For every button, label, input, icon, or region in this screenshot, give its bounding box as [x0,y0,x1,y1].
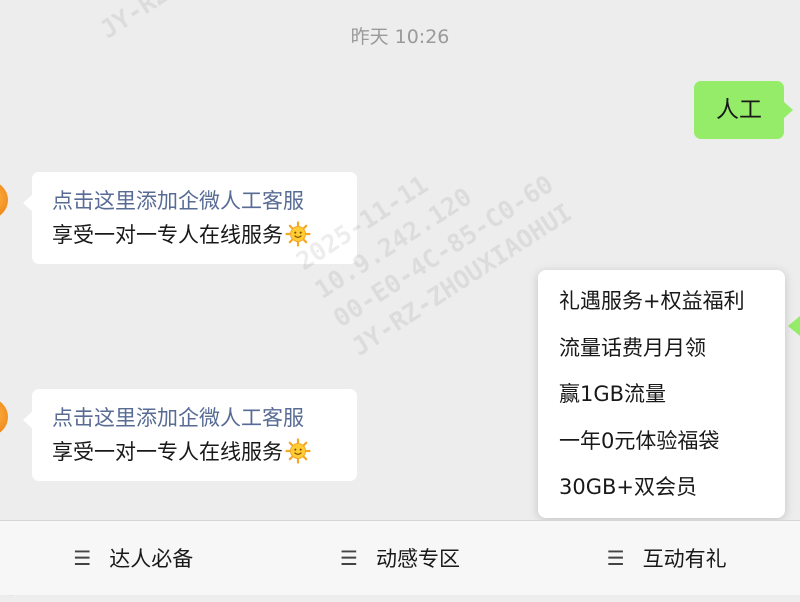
bot-avatar[interactable] [0,398,8,436]
add-service-link[interactable]: 点击这里添加企微人工客服 [52,401,337,435]
menu-tab-label: 互动有礼 [642,547,727,571]
sun-emoji-icon [285,438,311,464]
sun-emoji-icon [285,221,311,247]
message-timestamp: 昨天 10:26 [350,26,450,48]
popup-item-free-trial[interactable]: 一年0元体验福袋 [538,418,785,465]
submenu-popup: 礼遇服务+权益福利 流量话费月月领 赢1GB流量 一年0元体验福袋 30GB+双… [538,270,785,518]
add-service-link[interactable]: 点击这里添加企微人工客服 [52,184,337,218]
popup-item-monthly-data[interactable]: 流量话费月月领 [538,325,785,372]
outgoing-message-text: 人工 [716,97,762,123]
menu-tab-gifts[interactable]: ☰ 互动有礼 [533,521,800,595]
outgoing-message-bubble[interactable]: 人工 [694,81,793,139]
incoming-message-bubble: 点击这里添加企微人工客服 享受一对一专人在线服务 [23,389,357,481]
menu-tab-zone[interactable]: ☰ 动感专区 [267,521,534,595]
menu-tab-label: 动感专区 [375,547,460,571]
popup-item-30gb-membership[interactable]: 30GB+双会员 [538,464,785,511]
popup-item-benefits[interactable]: 礼遇服务+权益福利 [538,278,785,325]
menu-list-icon: ☰ [340,546,358,570]
partial-bubble-tail [788,316,800,336]
popup-item-win-1gb[interactable]: 赢1GB流量 [538,371,785,418]
incoming-message-bubble: 点击这里添加企微人工客服 享受一对一专人在线服务 [23,172,357,264]
menu-tab-expert[interactable]: ☰ 达人必备 [0,521,267,595]
menu-list-icon: ☰ [606,546,625,570]
message-text: 享受一对一专人在线服务 [52,218,337,252]
bot-avatar[interactable] [0,181,8,219]
menu-list-icon: ☰ [73,546,92,570]
bottom-menu-bar: ☰ 达人必备 ☰ 动感专区 ☰ 互动有礼 [0,520,800,595]
message-text: 享受一对一专人在线服务 [52,435,337,469]
menu-tab-label: 达人必备 [109,547,194,571]
